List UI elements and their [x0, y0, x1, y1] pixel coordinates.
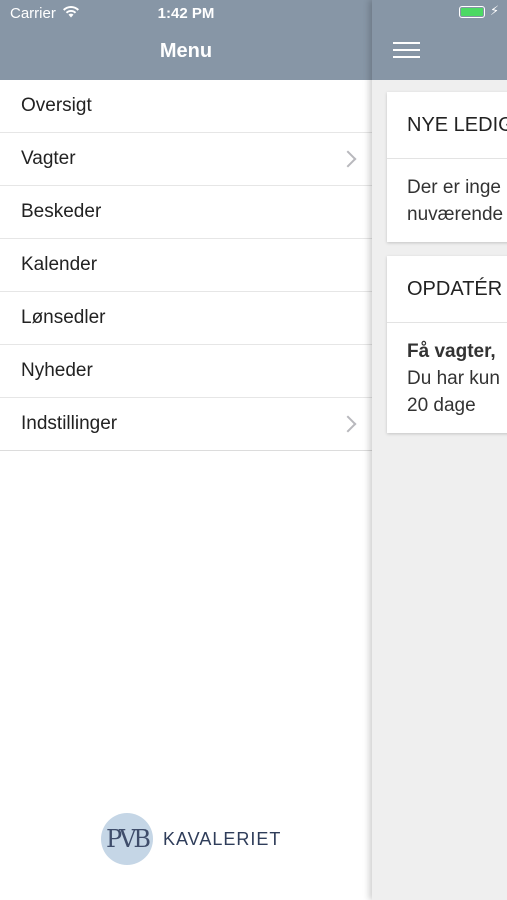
menu-item-label: Indstillinger — [21, 413, 118, 434]
battery-level — [461, 8, 483, 16]
vacancies-card[interactable]: NYE LEDIG Der er inge nuværende — [387, 92, 507, 242]
menu-title: Menu — [159, 40, 213, 62]
card-body-line: Du har kun — [407, 368, 500, 389]
menu-item-label: Nyheder — [21, 360, 93, 381]
logo-text: KAVALERIET — [163, 828, 282, 849]
battery-icon — [459, 6, 485, 18]
chevron-right-icon — [339, 415, 357, 433]
menu-item-label: Beskeder — [21, 201, 102, 222]
status-time: 1:42 PM — [157, 5, 215, 22]
menu-item-nyheder[interactable]: Nyheder — [0, 345, 372, 398]
hamburger-menu-icon[interactable] — [393, 42, 420, 63]
card-body-line: Der er inge — [407, 177, 501, 198]
menu-item-label: Kalender — [21, 254, 98, 275]
app-screen: Carrier 1:42 PM Menu Oversigt Vagter Bes… — [0, 0, 507, 900]
menu-item-indstillinger[interactable]: Indstillinger — [0, 398, 372, 451]
main-content-panel: ⚡ NYE LEDIG Der er inge nuværende OPDATÉ… — [372, 0, 507, 900]
menu-item-lonsedler[interactable]: Lønsedler — [0, 292, 372, 345]
content-header: ⚡ — [372, 0, 507, 80]
menu-header: Carrier 1:42 PM Menu — [0, 0, 372, 80]
card-title: NYE LEDIG — [387, 92, 507, 159]
card-body-heading: Få vagter, — [407, 341, 496, 362]
card-body: Få vagter, Du har kun 20 dage — [387, 323, 507, 433]
menu-item-oversigt[interactable]: Oversigt — [0, 80, 372, 133]
menu-item-vagter[interactable]: Vagter — [0, 133, 372, 186]
card-body-line: nuværende — [407, 204, 504, 225]
menu-item-label: Vagter — [21, 148, 76, 169]
company-logo: PVB KAVALERIET — [101, 813, 281, 865]
card-title: OPDATÉR — [387, 256, 507, 323]
menu-list: Oversigt Vagter Beskeder Kalender Lønsed… — [0, 80, 372, 451]
card-body: Der er inge nuværende — [387, 159, 507, 242]
menu-item-label: Oversigt — [21, 95, 92, 116]
menu-item-beskeder[interactable]: Beskeder — [0, 186, 372, 239]
side-menu: Carrier 1:42 PM Menu Oversigt Vagter Bes… — [0, 0, 372, 900]
update-card[interactable]: OPDATÉR Få vagter, Du har kun 20 dage — [387, 256, 507, 433]
card-body-line: 20 dage — [407, 395, 476, 416]
chevron-right-icon — [339, 150, 357, 168]
logo-mark: PVB — [101, 813, 153, 865]
menu-item-kalender[interactable]: Kalender — [0, 239, 372, 292]
menu-item-label: Lønsedler — [21, 307, 106, 328]
charging-bolt-icon: ⚡ — [490, 3, 500, 18]
